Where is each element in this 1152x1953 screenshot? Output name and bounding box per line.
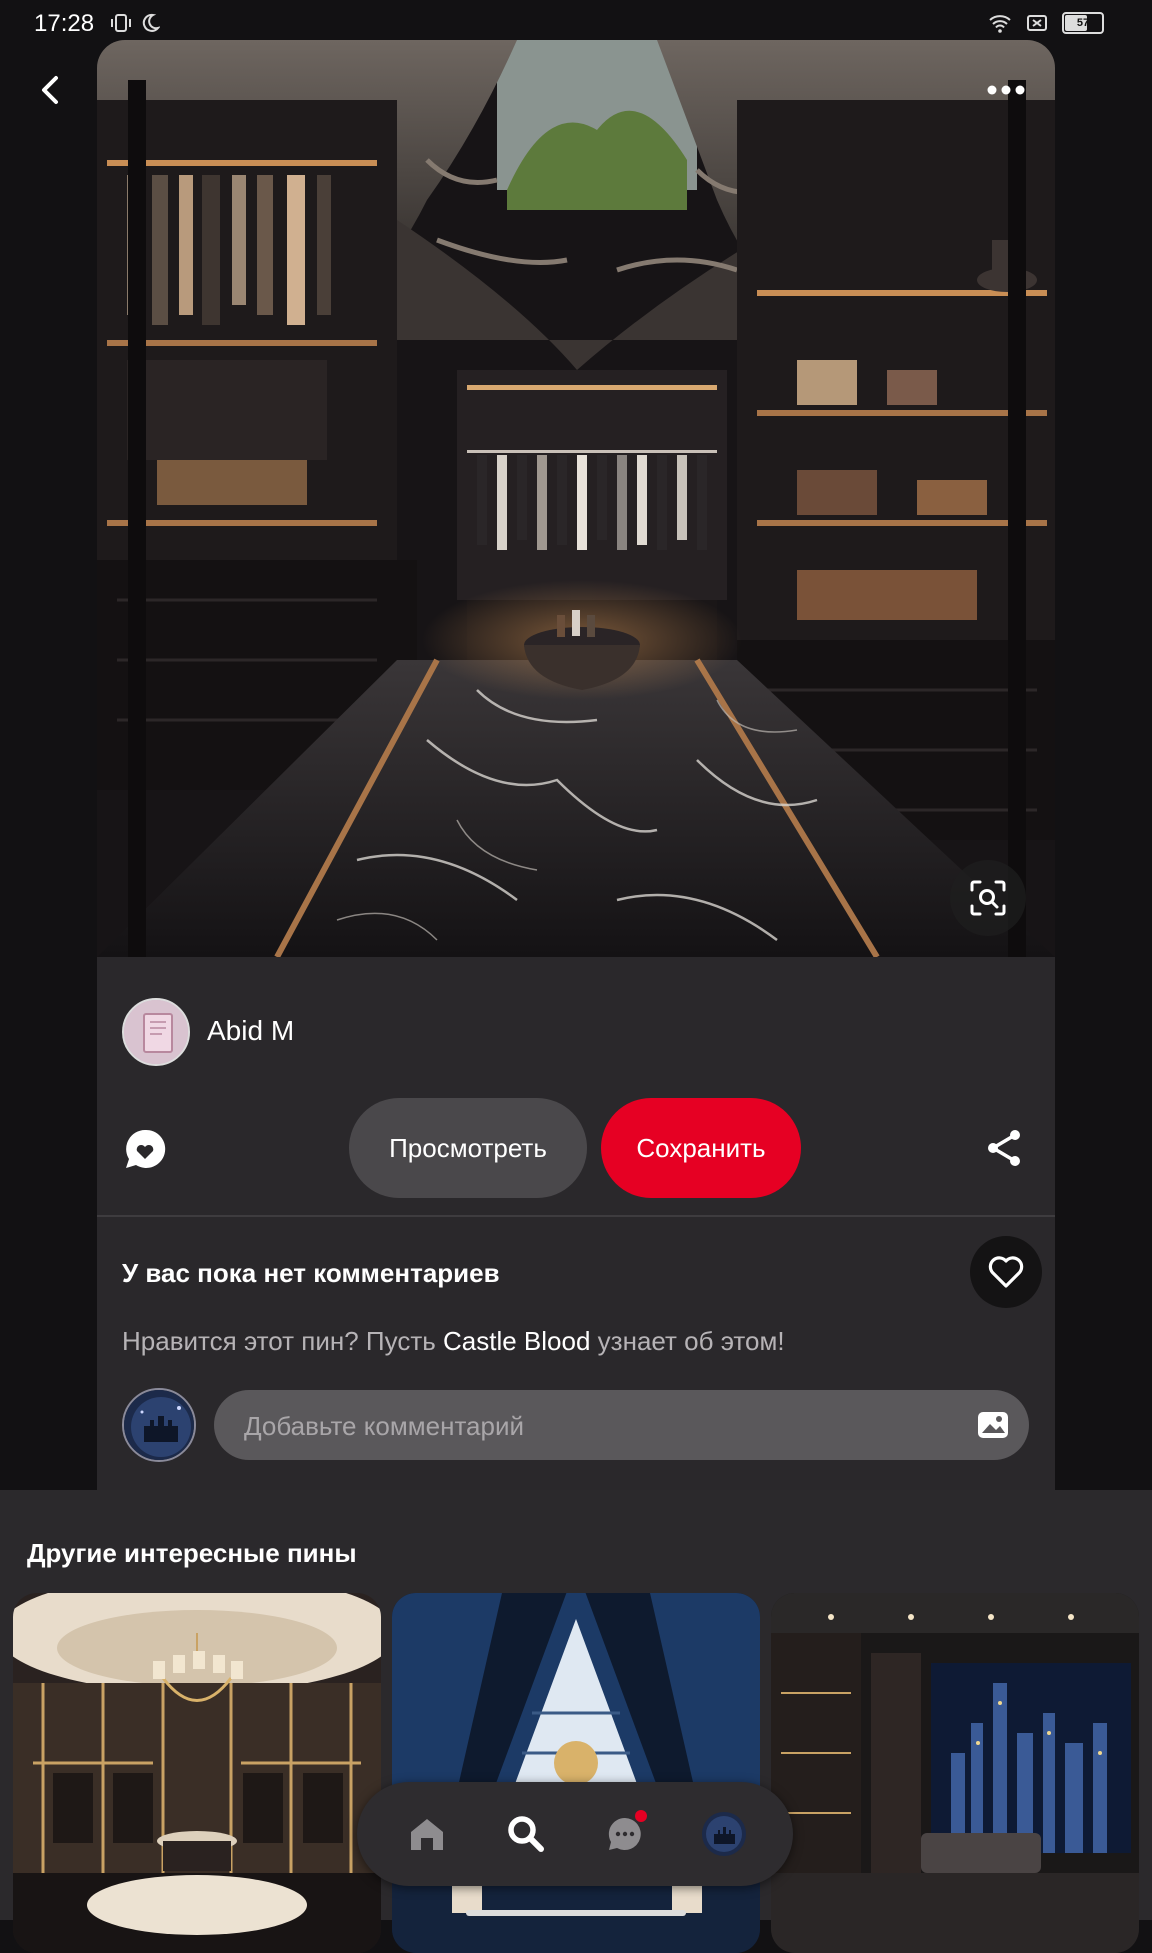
back-button[interactable] [30, 68, 70, 112]
night-castle-avatar-image [124, 1390, 194, 1460]
comment-input[interactable] [242, 1390, 946, 1462]
city-view-closet-image [771, 1593, 1139, 1953]
pin-image[interactable] [97, 40, 1055, 957]
battery-icon: 57 [1062, 12, 1104, 34]
moon-icon [142, 13, 160, 32]
luxury-closet-chandelier-image [13, 1593, 381, 1953]
nav-profile[interactable] [694, 1804, 754, 1864]
comment-prompt: Нравится этот пин? Пусть Castle Blood уз… [122, 1326, 785, 1357]
comment-field[interactable] [214, 1390, 1029, 1462]
more-pins-title: Другие интересные пины [27, 1538, 357, 1568]
author-avatar[interactable] [122, 998, 190, 1066]
nav-search[interactable] [496, 1804, 556, 1864]
book-avatar-image [124, 1000, 188, 1064]
pin-thumb[interactable] [392, 1593, 760, 1953]
comment-prompt-name[interactable]: Castle Blood [443, 1326, 590, 1356]
home-icon [410, 1819, 443, 1850]
visual-search-button[interactable] [950, 860, 1026, 936]
wifi-icon [989, 15, 1011, 33]
walk-in-closet-illustration [97, 40, 1055, 957]
current-user-avatar [122, 1388, 196, 1462]
more-options-button[interactable] [980, 70, 1032, 110]
home-indicator[interactable] [466, 1910, 686, 1916]
bottom-navigation [357, 1782, 793, 1886]
profile-avatar-image [701, 1812, 746, 1856]
notification-dot [634, 1810, 647, 1822]
comments-title: У вас пока нет комментариев [122, 1258, 500, 1288]
sim-off-icon [1027, 15, 1047, 31]
comment-prompt-after: узнает об этом! [590, 1326, 785, 1356]
actions-row: Просмотреть Сохранить [97, 1098, 1055, 1218]
heart-icon [988, 1256, 1024, 1288]
profile-avatar [701, 1812, 746, 1856]
status-icons-left [110, 12, 160, 34]
chevron-left-icon [42, 76, 58, 104]
blue-gothic-closet-image [392, 1593, 760, 1953]
search-icon [507, 1816, 544, 1852]
view-button[interactable]: Просмотреть [349, 1098, 587, 1198]
status-time: 17:28 [34, 10, 95, 37]
more-horizontal-icon [987, 85, 1025, 95]
like-button[interactable] [970, 1236, 1042, 1308]
share-icon[interactable] [982, 1126, 1026, 1170]
vibrate-icon [111, 14, 131, 32]
pin-thumb[interactable] [13, 1593, 381, 1953]
comment-prompt-before: Нравится этот пин? Пусть [122, 1326, 444, 1356]
author-name[interactable]: Abid M [207, 1015, 294, 1047]
save-button[interactable]: Сохранить [601, 1098, 801, 1198]
nav-messages[interactable] [595, 1804, 655, 1864]
divider [97, 1215, 1055, 1217]
nav-home[interactable] [397, 1804, 457, 1864]
lens-search-icon [970, 880, 1006, 916]
image-attach-icon[interactable] [975, 1407, 1011, 1443]
pin-thumb[interactable] [771, 1593, 1139, 1953]
battery-percent: 57 [1076, 17, 1090, 29]
author-row[interactable]: Abid M [97, 990, 1055, 1080]
pin-card: Abid M Просмотреть Сохранить У вас пока … [97, 40, 1055, 1490]
status-icons-right: 57 [988, 12, 1104, 34]
comment-bubble-icon[interactable] [122, 1126, 168, 1172]
